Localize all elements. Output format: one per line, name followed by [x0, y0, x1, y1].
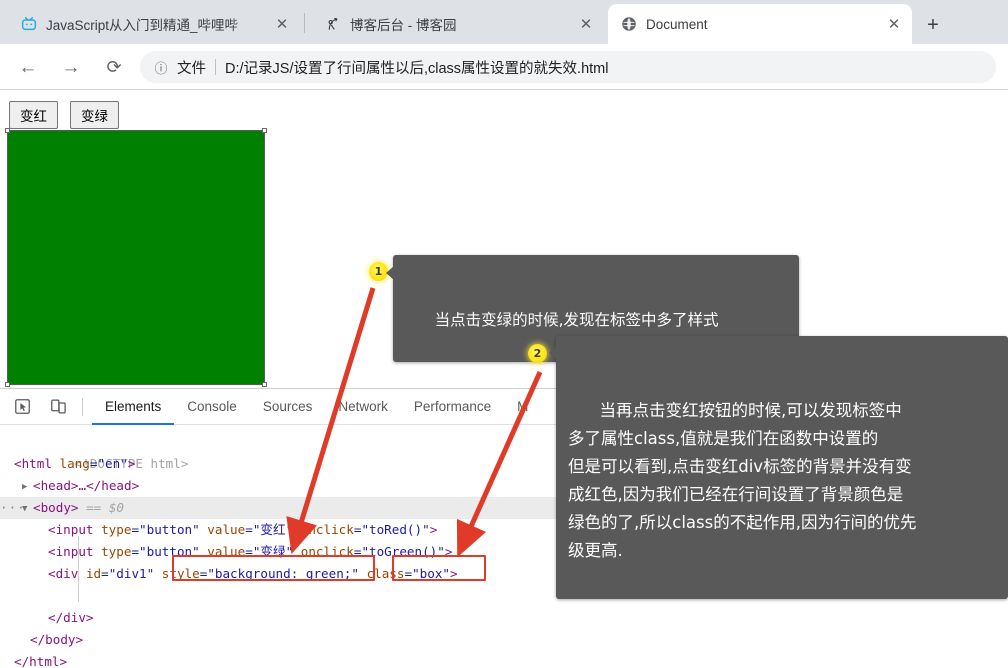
- div1-green-box[interactable]: [5, 128, 267, 387]
- div-close-tag: </div>: [48, 610, 94, 625]
- tab-sources[interactable]: Sources: [250, 389, 326, 425]
- browser-tab-2[interactable]: 博客后台 - 博客园 ✕: [312, 4, 604, 44]
- input-red-onclick-value: "toRed()": [361, 522, 430, 537]
- close-icon[interactable]: ✕: [882, 12, 906, 36]
- page-viewport: 变红 变绿: [0, 90, 1008, 388]
- input-red-type-value: "button": [139, 522, 200, 537]
- head-collapsed-text: <head>…</head>: [33, 478, 140, 493]
- back-icon[interactable]: ←: [13, 52, 43, 82]
- tab-strip: JavaScript从入门到精通_哔哩哔 ✕ 博客后台 - 博客园 ✕ Docu…: [0, 0, 1008, 44]
- input-red-tag: <input: [48, 522, 94, 537]
- browser-tab-1[interactable]: JavaScript从入门到精通_哔哩哔 ✕: [8, 4, 300, 44]
- dom-line-input-red[interactable]: <input type="button" value="变红" onclick=…: [0, 519, 1008, 541]
- body-close-tag: </body>: [30, 632, 84, 647]
- dom-line-div1[interactable]: <div id="div1" style="background: green;…: [0, 563, 1008, 585]
- input-green-close-bracket: >: [444, 544, 453, 559]
- address-divider: [215, 59, 216, 75]
- body-open-tag: <body>: [33, 500, 79, 515]
- browser-tab-3[interactable]: Document ✕: [608, 4, 912, 44]
- bilibili-icon: [20, 16, 37, 33]
- dom-line-div-close[interactable]: </div>: [0, 607, 1008, 629]
- address-scheme-label: 文件: [177, 60, 206, 77]
- selection-handle: [262, 382, 267, 387]
- div1-style-value: "background: green;": [207, 566, 359, 581]
- input-red-close-bracket: >: [429, 522, 438, 537]
- input-green-onclick-attr: onclick: [300, 544, 354, 559]
- input-green-tag: <input: [48, 544, 94, 559]
- browser-toolbar: ← → ⟳ ⓘ 文件 D:/记录JS/设置了行间属性以后,class属性设置的就…: [0, 44, 1008, 90]
- address-bar[interactable]: ⓘ 文件 D:/记录JS/设置了行间属性以后,class属性设置的就失效.htm…: [140, 51, 996, 83]
- inspect-element-icon[interactable]: [8, 393, 36, 421]
- input-green-type-attr: type: [101, 544, 132, 559]
- input-green-value-attr: value: [207, 544, 246, 559]
- devtools-panel: Elements Console Sources Network Perform…: [0, 388, 1008, 668]
- tab-network[interactable]: Network: [325, 389, 401, 425]
- div1-class-value: "box": [412, 566, 450, 581]
- reload-icon[interactable]: ⟳: [99, 52, 129, 82]
- selection-handle: [262, 128, 267, 133]
- close-icon[interactable]: ✕: [574, 12, 598, 36]
- html-open-bracket: >: [127, 456, 136, 471]
- selection-handle: [5, 382, 10, 387]
- html-close-tag: </html>: [14, 654, 68, 668]
- tab-memory[interactable]: M: [504, 389, 541, 425]
- dom-line-blank: [0, 585, 1008, 607]
- to-green-button[interactable]: 变绿: [70, 101, 119, 129]
- chevron-right-icon[interactable]: ▶: [22, 476, 33, 498]
- input-green-type-value: "button": [139, 544, 200, 559]
- forward-icon[interactable]: →: [56, 52, 86, 82]
- dom-line-html-open[interactable]: <html lang="en">: [0, 453, 1008, 475]
- html-open-tag: <html: [14, 456, 52, 471]
- dom-line-html-close[interactable]: </html>: [0, 651, 1008, 668]
- div1-class-attr: class: [366, 566, 405, 581]
- dom-line-doctype[interactable]: <!DOCTYPE html>: [0, 431, 1008, 471]
- html-lang-attr: lang: [59, 456, 90, 471]
- toolbar-divider: [82, 397, 83, 416]
- tab-performance[interactable]: Performance: [401, 389, 504, 425]
- div1-id-attr: id: [85, 566, 102, 581]
- tab-separator: [304, 13, 305, 33]
- div1-close-bracket: >: [450, 566, 458, 581]
- tab-elements[interactable]: Elements: [92, 389, 174, 425]
- to-red-button[interactable]: 变红: [9, 101, 58, 129]
- globe-icon: [620, 16, 637, 33]
- input-red-type-attr: type: [101, 522, 132, 537]
- info-icon[interactable]: ⓘ: [152, 58, 170, 76]
- new-tab-button[interactable]: +: [918, 10, 948, 40]
- input-green-onclick-value: "toGreen()": [361, 544, 445, 559]
- browser-tab-title: Document: [646, 16, 708, 32]
- input-red-value-value: "变红": [252, 522, 294, 537]
- input-red-value-attr: value: [207, 522, 246, 537]
- selection-handle: [5, 128, 10, 133]
- dom-line-body-close[interactable]: </body>: [0, 629, 1008, 651]
- tab-console[interactable]: Console: [174, 389, 250, 425]
- div1-style-attr: style: [161, 566, 200, 581]
- dom-tree[interactable]: <!DOCTYPE html> <html lang="en"> ▶ <head>…: [0, 426, 1008, 668]
- browser-tab-title: JavaScript从入门到精通_哔哩哔: [46, 18, 239, 33]
- div1-tag: <div: [48, 566, 79, 581]
- browser-window: JavaScript从入门到精通_哔哩哔 ✕ 博客后台 - 博客园 ✕ Docu…: [0, 0, 1008, 668]
- html-lang-value: "en": [97, 456, 128, 471]
- dom-line-input-green[interactable]: <input type="button" value="变绿" onclick=…: [0, 541, 1008, 563]
- input-green-value-value: "变绿": [252, 544, 294, 559]
- div1-id-value: "div1": [108, 566, 155, 581]
- selected-node-marker: == $0: [86, 500, 125, 515]
- browser-tab-title: 博客后台 - 博客园: [350, 18, 457, 33]
- devtools-toolbar: Elements Console Sources Network Perform…: [0, 389, 1008, 425]
- dom-line-body-open[interactable]: ··· ▼ <body> == $0: [0, 497, 1008, 519]
- close-icon[interactable]: ✕: [270, 12, 294, 36]
- chevron-down-icon[interactable]: ▼: [22, 498, 33, 520]
- cnblogs-icon: [324, 16, 341, 33]
- address-url-text: D:/记录JS/设置了行间属性以后,class属性设置的就失效.html: [225, 60, 609, 77]
- input-red-onclick-attr: onclick: [300, 522, 354, 537]
- device-toolbar-icon[interactable]: [44, 393, 72, 421]
- dom-line-head[interactable]: ▶ <head>…</head>: [0, 475, 1008, 497]
